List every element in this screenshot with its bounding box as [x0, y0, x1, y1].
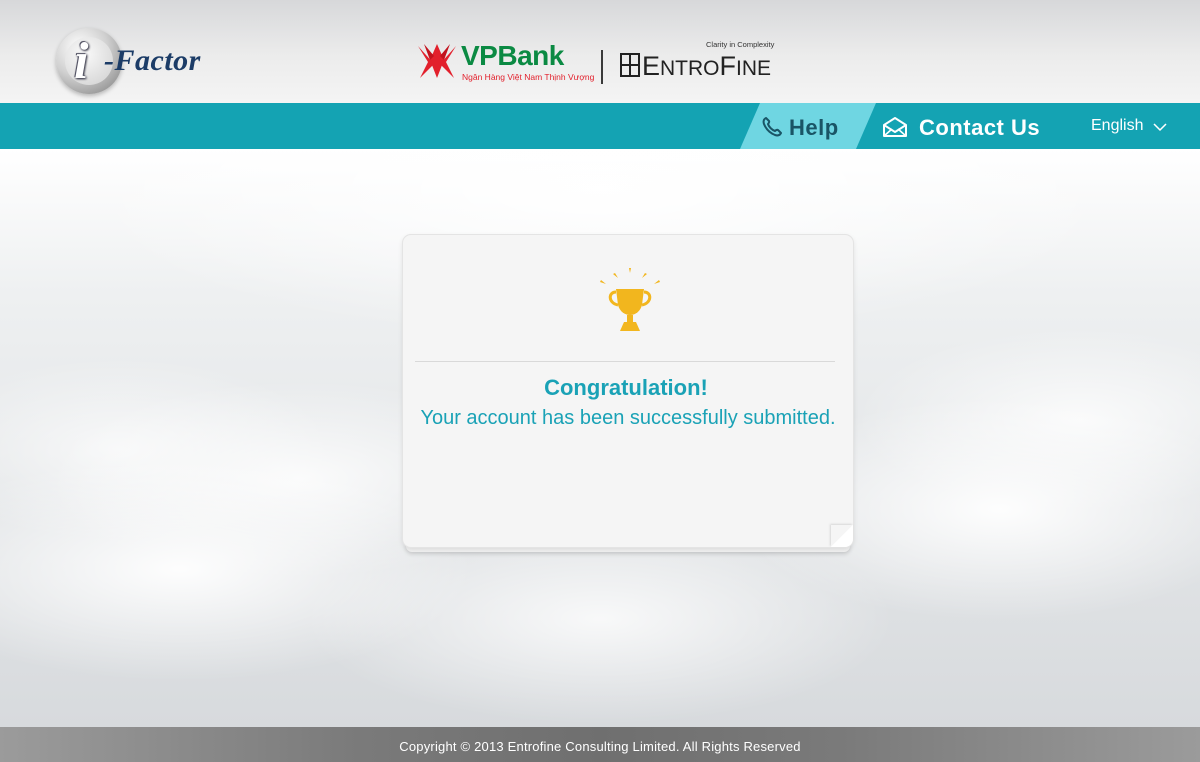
- header: i -Factor VPBank Ngân Hàng Việt Nam Thịn…: [0, 0, 1200, 103]
- copyright-text: Copyright © 2013 Entrofine Consulting Li…: [399, 739, 801, 754]
- language-dropdown[interactable]: English: [1091, 103, 1181, 149]
- entrofine-name-e: E: [642, 51, 661, 81]
- nav-bar: Help Contact Us English: [0, 103, 1200, 149]
- contact-us-button[interactable]: Contact Us: [882, 103, 1052, 149]
- contact-us-label: Contact Us: [919, 115, 1041, 140]
- logo-divider: [601, 50, 603, 84]
- vpbank-logo: VPBank Ngân Hàng Việt Nam Thịnh Vượng: [414, 40, 594, 85]
- vpbank-tagline: Ngân Hàng Việt Nam Thịnh Vượng: [462, 72, 595, 82]
- ifactor-logo-letter: i: [74, 33, 89, 90]
- help-button[interactable]: Help: [740, 103, 876, 149]
- entrofine-name: ENTROFINE: [642, 52, 771, 83]
- success-message: Your account has been successfully submi…: [420, 407, 836, 429]
- entrofine-tagline: Clarity in Complexity: [706, 40, 775, 49]
- mail-icon: [883, 117, 907, 137]
- entrofine-name-f: F: [719, 51, 737, 81]
- card-divider: [415, 361, 835, 362]
- success-card: Congratulation! Your account has been su…: [403, 235, 853, 547]
- entrofine-name-ine: INE: [736, 57, 772, 80]
- vpbank-name: VPBank: [461, 40, 564, 71]
- entrofine-name-ntro: NTRO: [660, 57, 720, 80]
- ifactor-logo-text: -Factor: [104, 44, 201, 77]
- entrofine-logo: Clarity in Complexity ENTROFINE: [620, 40, 780, 85]
- trophy-icon: [600, 268, 660, 331]
- vpbank-flame-icon: [418, 44, 456, 78]
- language-label: English: [1091, 117, 1144, 134]
- help-label: Help: [789, 115, 839, 140]
- entrofine-mark-icon: [620, 53, 640, 77]
- success-title: Congratulation!: [544, 375, 708, 400]
- footer: Copyright © 2013 Entrofine Consulting Li…: [0, 727, 1200, 762]
- card-page-curl: [831, 525, 853, 547]
- chevron-down-icon: [1153, 123, 1167, 132]
- ifactor-logo[interactable]: i -Factor: [56, 26, 226, 96]
- phone-icon: [762, 117, 782, 137]
